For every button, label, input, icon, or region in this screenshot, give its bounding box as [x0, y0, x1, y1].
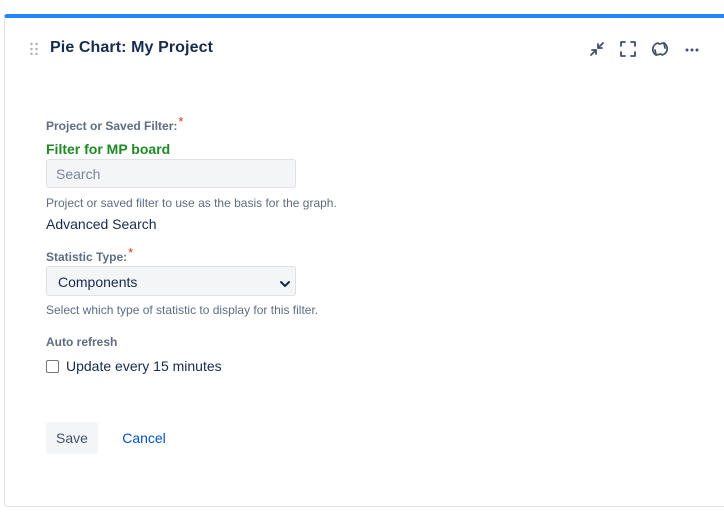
- fullscreen-icon[interactable]: [617, 38, 639, 60]
- search-input[interactable]: [46, 159, 296, 188]
- project-filter-label: Project or Saved Filter:*: [46, 114, 183, 133]
- statistic-type-value: Components: [58, 274, 138, 290]
- statistic-type-select[interactable]: Components: [46, 266, 296, 296]
- advanced-search-link[interactable]: Advanced Search: [46, 216, 157, 232]
- statistic-type-help: Select which type of statistic to displa…: [46, 303, 319, 317]
- statistic-type-label-text: Statistic Type:: [46, 250, 128, 264]
- project-filter-label-text: Project or Saved Filter:: [46, 119, 178, 133]
- selected-filter[interactable]: Filter for MP board: [46, 141, 170, 157]
- project-filter-help: Project or saved filter to use as the ba…: [46, 196, 337, 210]
- gadget-title: Pie Chart: My Project: [50, 39, 214, 56]
- more-icon[interactable]: [681, 38, 703, 60]
- required-marker: *: [178, 114, 184, 129]
- gadget-header: Pie Chart: My Project: [5, 18, 724, 78]
- auto-refresh-label: Auto refresh: [46, 335, 118, 349]
- required-marker: *: [128, 245, 134, 260]
- auto-refresh-checkbox-label[interactable]: Update every 15 minutes: [66, 358, 222, 374]
- pie-chart-gadget: Pie Chart: My Project Project or Saved F…: [4, 14, 724, 507]
- statistic-type-label: Statistic Type:*: [46, 245, 133, 264]
- auto-refresh-checkbox[interactable]: [46, 360, 59, 373]
- chevron-down-icon: [278, 276, 292, 294]
- drag-handle-icon[interactable]: [29, 42, 39, 56]
- cancel-button[interactable]: Cancel: [112, 422, 176, 454]
- refresh-icon[interactable]: [649, 38, 671, 60]
- minimize-icon[interactable]: [586, 38, 608, 60]
- save-button[interactable]: Save: [46, 422, 98, 454]
